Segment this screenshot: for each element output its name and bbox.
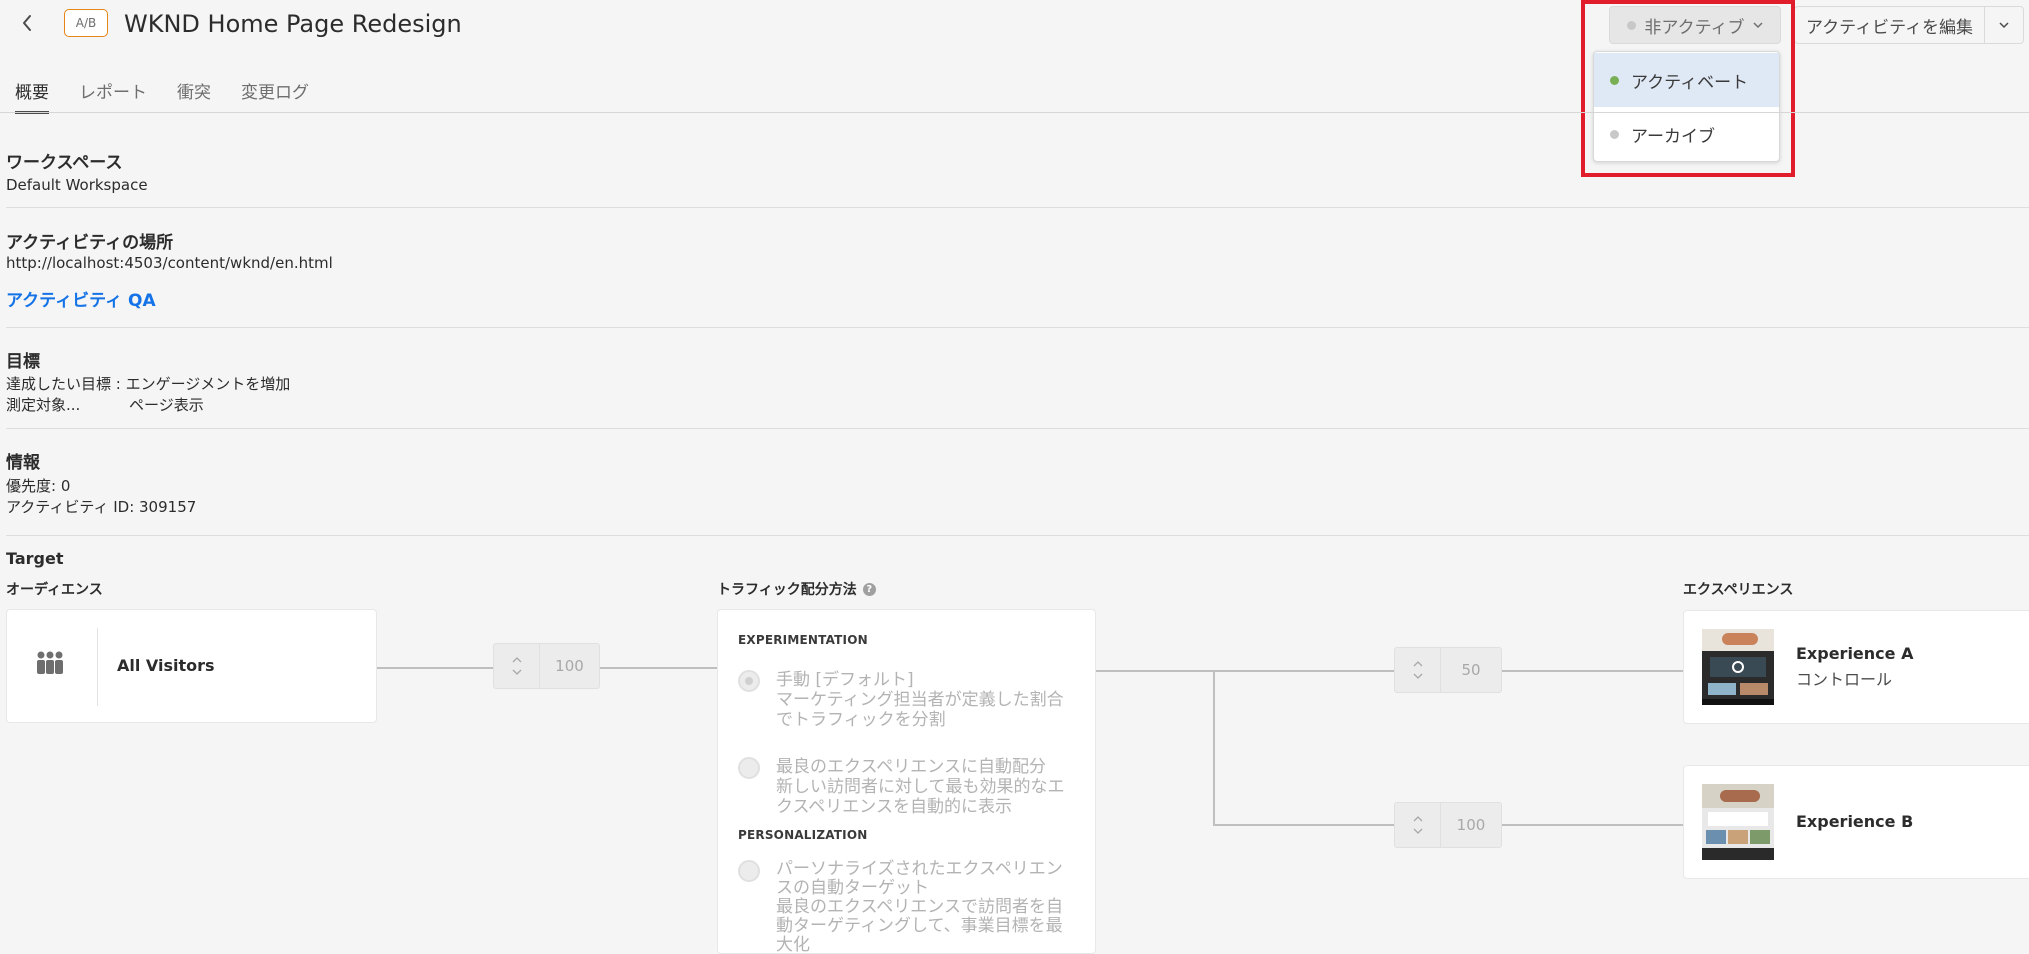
audience-percent-stepper[interactable]: 100 bbox=[493, 643, 600, 689]
experience-a-subtitle: コントロール bbox=[1796, 670, 1893, 689]
goal-line: 達成したい目標 : エンゲージメントを増加 bbox=[6, 375, 291, 393]
radio-auto-target[interactable] bbox=[738, 860, 760, 882]
personalization-heading: PERSONALIZATION bbox=[738, 828, 868, 842]
option-manual: 手動 [デフォルト] マーケティング担当者が定義した割合でトラフィックを分割 bbox=[776, 670, 1076, 730]
tab-conflicts[interactable]: 衝突 bbox=[162, 74, 226, 114]
option-auto-allocate: 最良のエクスペリエンスに自動配分 新しい訪問者に対して最も効果的なエクスペリエン… bbox=[776, 757, 1076, 817]
audience-title: オーディエンス bbox=[6, 582, 103, 598]
experience-a-percent-stepper[interactable]: 50 bbox=[1394, 647, 1502, 693]
radio-manual[interactable] bbox=[738, 670, 760, 692]
option-pers-desc: 最良のエクスペリエンスで訪問者を自動ターゲティングして、事業目標を最大化 bbox=[776, 897, 1063, 954]
chevron-up-icon bbox=[1413, 816, 1422, 822]
goal-metric-value: ページ表示 bbox=[129, 396, 204, 414]
chevron-down-icon bbox=[1999, 21, 2009, 28]
highlight-annotation bbox=[1581, 0, 1795, 177]
tab-reports[interactable]: レポート bbox=[64, 74, 162, 114]
stepper-arrows[interactable] bbox=[1395, 648, 1441, 692]
page-title: WKND Home Page Redesign bbox=[124, 10, 462, 38]
audience-name: All Visitors bbox=[117, 656, 215, 675]
stepper-value: 100 bbox=[1456, 816, 1486, 834]
experience-b-name: Experience B bbox=[1796, 812, 1914, 831]
location-url: http://localhost:4503/content/wknd/en.ht… bbox=[6, 254, 333, 272]
option-auto-desc: 新しい訪問者に対して最も効果的なエクスペリエンスを自動的に表示 bbox=[776, 777, 1065, 817]
tab-change-log[interactable]: 変更ログ bbox=[226, 74, 324, 114]
target-title: Target bbox=[6, 549, 64, 568]
stepper-value: 50 bbox=[1461, 661, 1481, 679]
stepper-arrows[interactable] bbox=[1395, 803, 1441, 847]
edit-activity-button[interactable]: アクティビティを編集 bbox=[1794, 6, 1984, 44]
separator bbox=[97, 628, 98, 706]
chevron-up-icon bbox=[512, 657, 521, 663]
option-manual-title: 手動 [デフォルト] bbox=[776, 670, 914, 690]
back-button[interactable] bbox=[14, 8, 40, 38]
connector-line bbox=[377, 667, 493, 669]
divider bbox=[6, 535, 2029, 536]
tab-overview[interactable]: 概要 bbox=[0, 74, 64, 114]
experience-b-thumbnail bbox=[1702, 784, 1774, 860]
workspace-title: ワークスペース bbox=[6, 153, 123, 173]
tabs-divider bbox=[0, 112, 2029, 113]
experience-a-thumbnail bbox=[1702, 629, 1774, 705]
experience-b-card[interactable]: Experience B bbox=[1683, 765, 2029, 879]
traffic-allocation-card: EXPERIMENTATION 手動 [デフォルト] マーケティング担当者が定義… bbox=[717, 609, 1096, 954]
goal-metric-label: 測定対象... bbox=[6, 396, 81, 414]
chevron-left-icon bbox=[23, 15, 31, 31]
experience-a-name: Experience A bbox=[1796, 644, 1914, 663]
option-pers-title: パーソナライズされたエクスペリエンスの自動ターゲット bbox=[776, 859, 1063, 898]
traffic-title-label: トラフィック配分方法 bbox=[717, 582, 857, 598]
chevron-down-icon bbox=[512, 669, 521, 675]
workspace-value: Default Workspace bbox=[6, 176, 148, 194]
option-auto-title: 最良のエクスペリエンスに自動配分 bbox=[776, 757, 1046, 777]
help-icon[interactable]: ? bbox=[862, 582, 876, 596]
activity-type-badge: A/B bbox=[64, 9, 108, 37]
priority-text: 優先度: 0 bbox=[6, 477, 71, 495]
audience-card[interactable]: All Visitors bbox=[6, 609, 377, 723]
traffic-title: トラフィック配分方法 ? bbox=[717, 579, 876, 599]
experience-title: エクスペリエンス bbox=[1683, 582, 1794, 598]
activity-id-text: アクティビティ ID: 309157 bbox=[6, 498, 197, 516]
connector-line bbox=[1096, 670, 1683, 672]
edit-menu-toggle[interactable] bbox=[1984, 6, 2024, 44]
stepper-value: 100 bbox=[555, 657, 584, 675]
divider bbox=[6, 327, 2029, 328]
divider bbox=[6, 207, 2029, 208]
connector-line bbox=[1213, 670, 1215, 826]
divider bbox=[6, 428, 2029, 429]
chevron-up-icon bbox=[1413, 661, 1422, 667]
radio-auto-allocate[interactable] bbox=[738, 757, 760, 779]
activity-qa-link[interactable]: アクティビティ QA bbox=[6, 286, 156, 311]
info-title: 情報 bbox=[6, 453, 40, 473]
option-manual-desc: マーケティング担当者が定義した割合でトラフィックを分割 bbox=[776, 690, 1064, 730]
tab-bar: 概要 レポート 衝突 変更ログ bbox=[0, 74, 324, 114]
stepper-arrows[interactable] bbox=[494, 644, 540, 688]
option-auto-target: パーソナライズされたエクスペリエンスの自動ターゲット 最良のエクスペリエンスで訪… bbox=[776, 860, 1076, 954]
experience-b-percent-stepper[interactable]: 100 bbox=[1394, 802, 1502, 848]
people-icon bbox=[37, 651, 63, 674]
goal-title: 目標 bbox=[6, 352, 40, 372]
location-title: アクティビティの場所 bbox=[6, 233, 174, 253]
connector-line bbox=[600, 667, 717, 669]
experience-a-card[interactable]: Experience A コントロール bbox=[1683, 610, 2029, 724]
chevron-down-icon bbox=[1413, 673, 1422, 679]
chevron-down-icon bbox=[1413, 828, 1422, 834]
experimentation-heading: EXPERIMENTATION bbox=[738, 633, 868, 647]
